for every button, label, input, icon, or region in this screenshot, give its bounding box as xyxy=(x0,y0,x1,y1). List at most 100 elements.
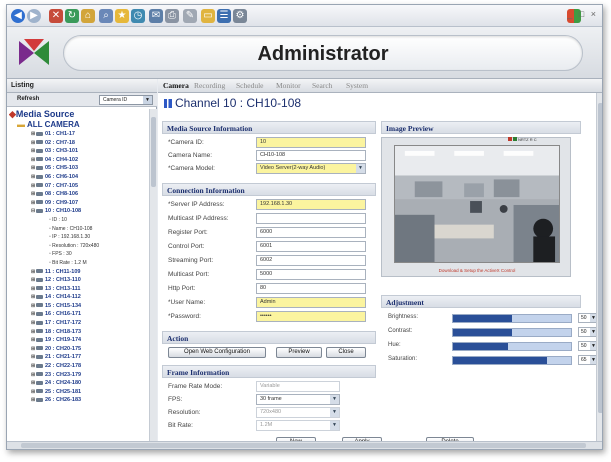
tree-all-camera[interactable]: ▬ ALL CAMERA xyxy=(9,120,149,130)
connection-input[interactable]: Admin xyxy=(256,297,366,308)
tab-recording[interactable]: Recording xyxy=(194,81,225,90)
connection-input[interactable]: 6000 xyxy=(256,227,366,238)
tree-camera-item[interactable]: ⊞ 09 : CH9-107 xyxy=(9,199,149,208)
adjustment-slider[interactable] xyxy=(452,356,572,365)
tree-camera-item[interactable]: ⊞ 21 : CH21-177 xyxy=(9,353,149,362)
print-icon[interactable]: ⎙ xyxy=(165,9,179,23)
preview-status-text: NRTZ R C xyxy=(518,137,537,142)
tree-camera-item[interactable]: ⊞ 04 : CH4-102 xyxy=(9,156,149,165)
adjustment-value-select[interactable]: 50 ▼ xyxy=(578,327,598,337)
scroll-thumb[interactable] xyxy=(151,117,156,187)
tree-camera-item[interactable]: ⊞ 17 : CH17-172 xyxy=(9,319,149,328)
connection-input[interactable]: 192.168.1.30 xyxy=(256,199,366,210)
tree-camera-item[interactable]: ⊞ 15 : CH15-134 xyxy=(9,302,149,311)
chevron-down-icon[interactable]: ▼ xyxy=(356,164,365,173)
preview-status: NRTZ R C xyxy=(508,137,537,142)
connection-input[interactable]: 5000 xyxy=(256,269,366,280)
tree-camera-item[interactable]: ⊞ 26 : CH26-183 xyxy=(9,396,149,405)
adjustment-slider[interactable] xyxy=(452,328,572,337)
chevron-down-icon[interactable]: ▼ xyxy=(330,408,339,417)
tree-camera-item[interactable]: ⊞ 18 : CH18-173 xyxy=(9,328,149,337)
connection-input[interactable]: •••••• xyxy=(256,311,366,322)
channel-title-text: Channel 10 : CH10-108 xyxy=(175,96,302,110)
history-icon[interactable]: ◷ xyxy=(131,9,145,23)
main-tabs: Camera Recording Schedule Monitor Search… xyxy=(158,79,602,93)
preview-button[interactable]: Preview xyxy=(276,347,322,358)
tree-camera-item[interactable]: ⊞ 16 : CH16-171 xyxy=(9,310,149,319)
connection-input[interactable]: 6002 xyxy=(256,255,366,266)
refresh-icon[interactable]: ↻ xyxy=(65,9,79,23)
tree-camera-item[interactable]: ⊞ 11 : CH11-109 xyxy=(9,268,149,277)
messenger-icon[interactable]: ☰ xyxy=(217,9,231,23)
frame-select[interactable]: 1.2M ▼ xyxy=(256,420,340,431)
adjustment-value-select[interactable]: 65 ▼ xyxy=(578,355,598,365)
folder-icon[interactable]: ▭ xyxy=(201,9,215,23)
adjustment-slider[interactable] xyxy=(452,342,572,351)
tools-icon[interactable]: ⚙ xyxy=(233,9,247,23)
back-icon[interactable]: ◀ xyxy=(11,9,25,23)
home-icon[interactable]: ⌂ xyxy=(81,9,95,23)
stop-icon[interactable]: ✕ xyxy=(49,9,63,23)
tree-camera-item[interactable]: ⊞ 19 : CH19-174 xyxy=(9,336,149,345)
connection-input[interactable]: 80 xyxy=(256,283,366,294)
tree-camera-item[interactable]: ⊞ 03 : CH3-101 xyxy=(9,147,149,156)
chevron-down-icon[interactable]: ▼ xyxy=(143,96,152,104)
frame-select[interactable]: Variable xyxy=(256,381,340,392)
tree-camera-item[interactable]: ⊞ 05 : CH5-103 xyxy=(9,164,149,173)
open-web-config-button[interactable]: Open Web Configuration xyxy=(168,347,266,358)
tree-camera-item[interactable]: ⊞ 23 : CH23-179 xyxy=(9,371,149,380)
camera-model-select[interactable]: Video Server(2-way Audio) ▼ xyxy=(256,163,366,174)
tree-camera-item[interactable]: ⊞ 02 : CH7-18 xyxy=(9,139,149,148)
search-icon[interactable]: ⌕ xyxy=(99,9,113,23)
adjustment-value-select[interactable]: 50 ▼ xyxy=(578,341,598,351)
forward-icon[interactable]: ▶ xyxy=(27,9,41,23)
tree-root[interactable]: ◆Media Source xyxy=(9,109,149,120)
download-activex-link[interactable]: Download & Setup the ActiveX Control xyxy=(382,268,572,273)
left-scrollbar[interactable] xyxy=(149,109,157,449)
tree-detail-label: Bit Rate : 1.2 M xyxy=(52,259,87,266)
tree-camera-selected[interactable]: ⊟ 10 : CH10-108 xyxy=(9,207,149,216)
frame-select[interactable]: 30 frame ▼ xyxy=(256,394,340,405)
camera-name-input[interactable]: CH10-108 xyxy=(256,150,366,161)
tab-schedule[interactable]: Schedule xyxy=(236,81,264,90)
camera-sort-select[interactable]: Camera ID ▼ xyxy=(99,95,153,105)
tab-search[interactable]: Search xyxy=(312,81,332,90)
field-label: Multicast Port: xyxy=(168,271,210,278)
content-scrollbar[interactable] xyxy=(596,93,602,449)
tree-camera-item[interactable]: ⊞ 06 : CH6-104 xyxy=(9,173,149,182)
tree-camera-item[interactable]: ⊞ 14 : CH14-112 xyxy=(9,293,149,302)
edit-icon[interactable]: ✎ xyxy=(183,9,197,23)
connection-input[interactable]: 6001 xyxy=(256,241,366,252)
tree-camera-item[interactable]: ⊞ 22 : CH22-178 xyxy=(9,362,149,371)
tab-monitor[interactable]: Monitor xyxy=(276,81,301,90)
tree-camera-item[interactable]: ⊞ 08 : CH8-106 xyxy=(9,190,149,199)
window-controls[interactable]: _ □ × xyxy=(567,9,598,19)
refresh-button[interactable]: Refresh xyxy=(17,96,39,102)
tree-camera-item[interactable]: ⊞ 12 : CH13-110 xyxy=(9,276,149,285)
chevron-down-icon[interactable]: ▼ xyxy=(330,421,339,430)
close-button[interactable]: Close xyxy=(326,347,366,358)
camera-id-input[interactable]: 10 xyxy=(256,137,366,148)
chevron-down-icon[interactable]: ▼ xyxy=(330,395,339,404)
tree-camera-detail: ▫ Name : CH10-108 xyxy=(9,225,149,234)
tree-camera-item[interactable]: ⊞ 20 : CH20-175 xyxy=(9,345,149,354)
adjustment-value: 50 xyxy=(581,315,587,321)
connection-input[interactable] xyxy=(256,213,366,224)
favorites-icon[interactable]: ★ xyxy=(115,9,129,23)
scroll-thumb[interactable] xyxy=(598,103,602,413)
scroll-thumb[interactable] xyxy=(21,443,586,448)
mail-icon[interactable]: ✉ xyxy=(149,9,163,23)
tree-camera-item[interactable]: ⊞ 13 : CH13-111 xyxy=(9,285,149,294)
tree-camera-item[interactable]: ⊞ 07 : CH7-105 xyxy=(9,182,149,191)
tab-camera[interactable]: Camera xyxy=(163,81,189,90)
tree-camera-item[interactable]: ⊞ 24 : CH24-180 xyxy=(9,379,149,388)
adjustment-slider[interactable] xyxy=(452,314,572,323)
adjustment-value-select[interactable]: 50 ▼ xyxy=(578,313,598,323)
tree-camera-item[interactable]: ⊞ 01 : CH1-17 xyxy=(9,130,149,139)
tab-system[interactable]: System xyxy=(346,81,368,90)
frame-select[interactable]: 720x480 ▼ xyxy=(256,407,340,418)
tree-camera-item[interactable]: ⊞ 25 : CH25-181 xyxy=(9,388,149,397)
camera-icon xyxy=(36,286,43,291)
listing-tab[interactable]: Listing xyxy=(7,79,157,93)
horizontal-scrollbar[interactable] xyxy=(7,441,602,449)
